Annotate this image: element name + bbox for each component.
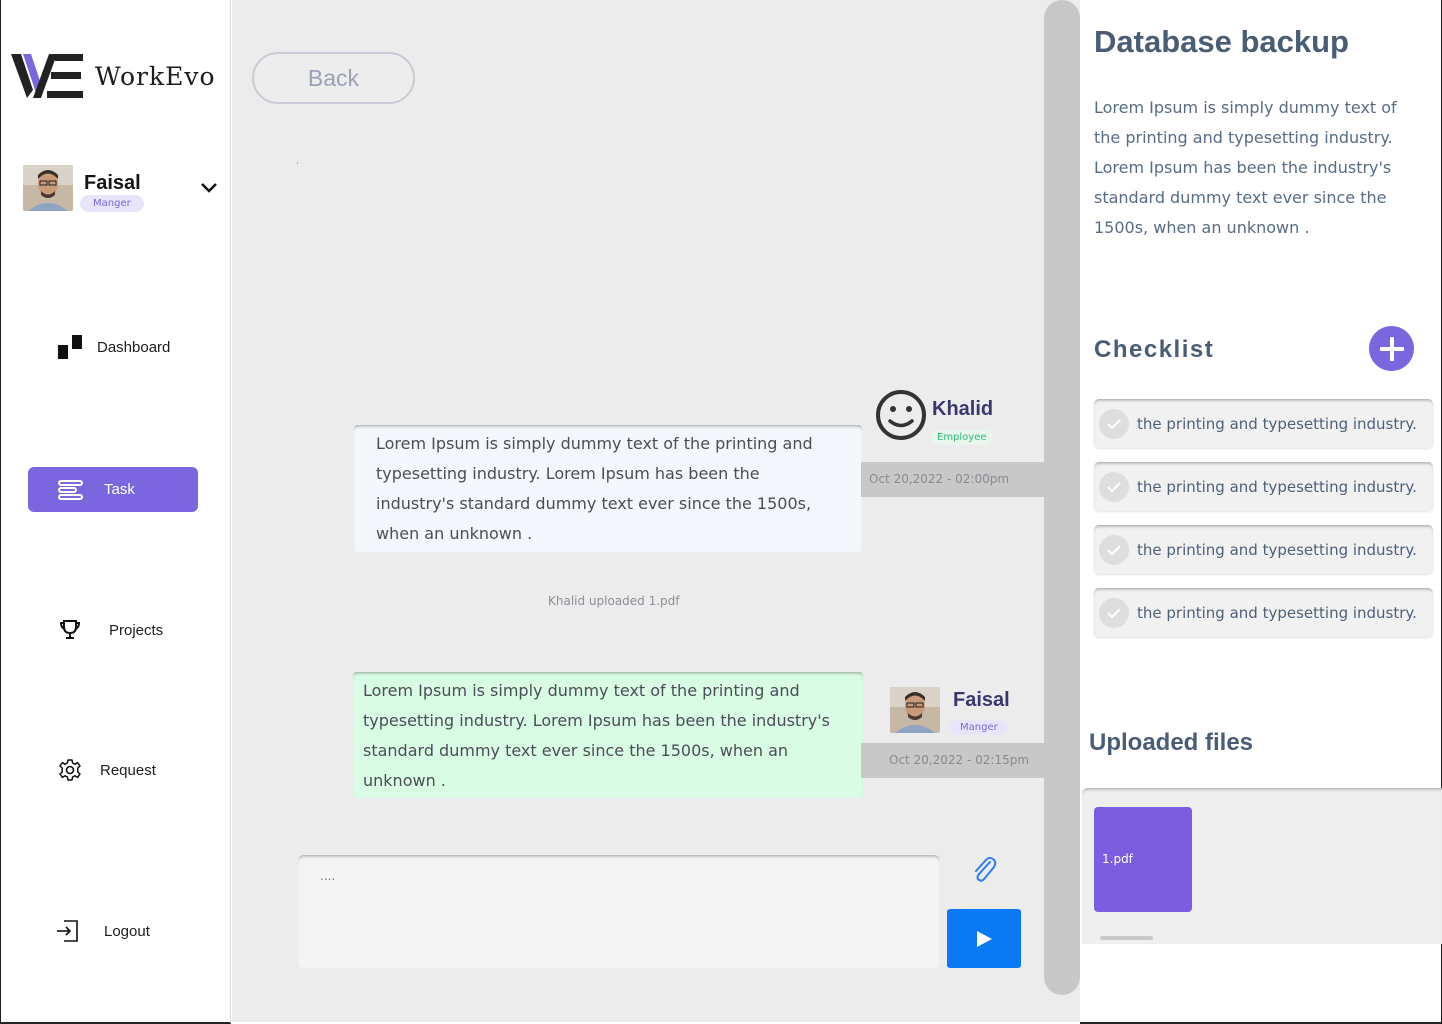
sidebar-item-request[interactable]: Request [57,757,156,783]
message-bubble: Lorem Ipsum is simply dummy text of the … [354,425,862,552]
sidebar-item-logout[interactable]: Logout [55,918,150,944]
message-sender-name: Khalid [932,398,994,420]
sidebar-item-label: Logout [104,922,150,940]
task-list-icon [58,477,84,503]
task-description: Lorem Ipsum is simply dummy text of the … [1094,98,1397,237]
file-tile[interactable]: 1.pdf [1094,807,1192,912]
message-sender-name: Faisal [953,689,1010,711]
sidebar-item-label: Projects [109,621,164,639]
user-role-badge: Manger [80,195,144,212]
workevo-logo-mark [11,54,83,98]
message-input[interactable]: .... [298,855,940,968]
checklist-item-text: the printing and typesetting industry. [1137,477,1417,496]
check-icon[interactable] [1099,471,1129,502]
paperclip-icon[interactable] [970,855,998,885]
task-chat-area: Back Khalid Employee Lorem Ipsum is simp… [232,0,1080,1022]
checklist-item-text: the printing and typesetting industry. [1137,540,1417,559]
sidebar-item-label: Request [100,761,156,779]
upload-notification: Khalid uploaded 1.pdf [548,594,680,608]
checklist-item[interactable]: the printing and typesetting industry. [1094,525,1433,574]
check-icon[interactable] [1099,534,1129,565]
sidebar: WorkEvo Faisal Manger Dashboard Task Pro… [0,0,231,1024]
checklist-item-text: the printing and typesetting industry. [1137,603,1417,622]
back-button[interactable]: Back [252,52,415,104]
uploaded-files-title: Uploaded files [1089,729,1254,756]
check-icon[interactable] [1099,408,1129,439]
add-checklist-item-button[interactable] [1369,326,1414,371]
send-button[interactable] [947,909,1021,968]
sidebar-item-projects[interactable]: Projects [57,617,163,643]
sidebar-item-task[interactable]: Task [28,467,198,512]
chat-scrollbar[interactable] [1044,0,1080,995]
trophy-icon [57,617,83,643]
checklist-title: Checklist [1094,336,1215,363]
message-sender-role: Manger [950,720,1008,735]
message-sender-role: Employee [932,430,992,445]
message-bubble: Lorem Ipsum is simply dummy text of the … [353,672,863,798]
chevron-down-icon[interactable] [199,180,219,194]
sidebar-item-label: Dashboard [97,338,171,356]
user-profile[interactable]: Faisal Manger [23,165,223,215]
smiley-avatar-icon [876,390,926,440]
send-arrow-icon [977,930,992,947]
check-icon[interactable] [1099,597,1129,628]
message-timestamp: Oct 20,2022 - 02:00pm [861,462,1044,497]
uploaded-files-list: 1.pdf [1082,788,1442,944]
gear-icon [57,757,83,783]
files-scrollbar[interactable] [1100,936,1153,940]
avatar [890,687,940,733]
plus-icon [1379,336,1404,361]
logout-icon [55,918,81,944]
sidebar-item-label: Task [104,481,135,498]
checklist-item[interactable]: the printing and typesetting industry. [1094,462,1433,511]
avatar [23,165,73,211]
checklist-item-text: the printing and typesetting industry. [1137,414,1417,433]
brand-name: WorkEvo [95,61,216,91]
divider [297,162,298,164]
task-title: Database backup [1094,24,1349,59]
message-timestamp: Oct 20,2022 - 02:15pm [861,743,1044,778]
sidebar-item-dashboard[interactable]: Dashboard [57,334,170,360]
checklist-item[interactable]: the printing and typesetting industry. [1094,399,1433,448]
dashboard-icon [57,334,83,360]
brand-logo[interactable]: WorkEvo [11,52,216,100]
user-name: Faisal [84,172,141,194]
checklist-item[interactable]: the printing and typesetting industry. [1094,588,1433,637]
task-details-panel: Database backup Lorem Ipsum is simply du… [1080,0,1442,1024]
